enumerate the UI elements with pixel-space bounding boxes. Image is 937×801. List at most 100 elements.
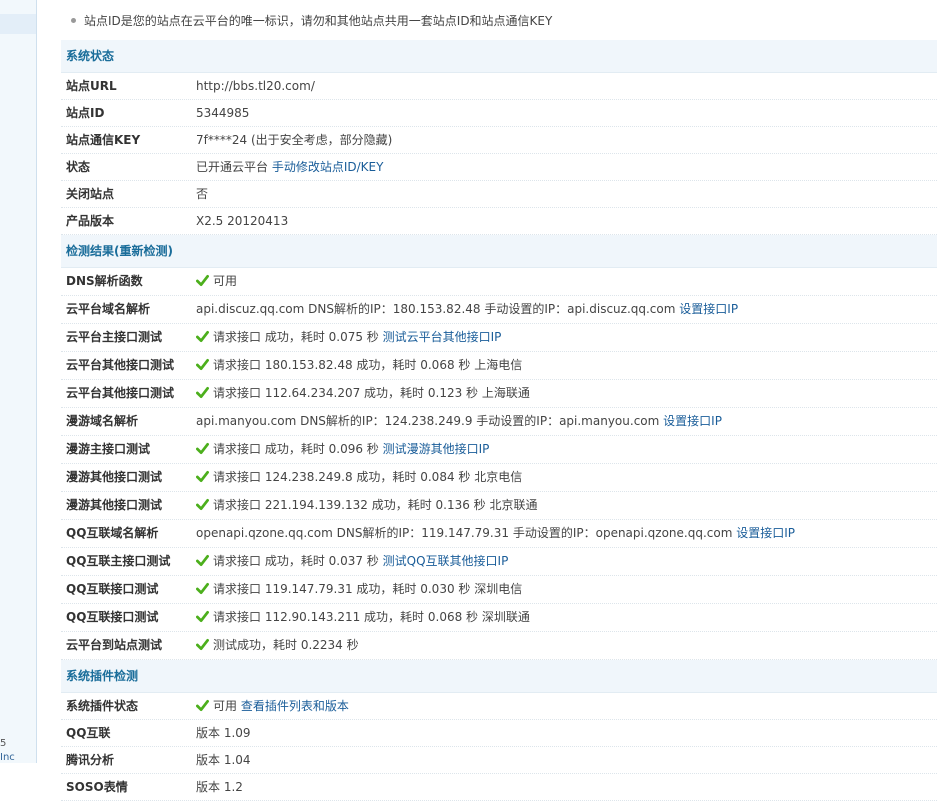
check-icon xyxy=(196,699,209,712)
cloud-main-text: 请求接口 成功，耗时 0.075 秒 xyxy=(213,330,379,344)
row-state: 状态 已开通云平台 手动修改站点ID/KEY xyxy=(61,154,937,181)
check-icon xyxy=(196,554,209,567)
label-state: 状态 xyxy=(66,160,91,174)
cloud-other-1-text: 请求接口 180.153.82.48 成功，耗时 0.068 秒 上海电信 xyxy=(213,358,523,372)
set-cloud-ip-link[interactable]: 设置接口IP xyxy=(679,302,738,316)
row-site-url: 站点URL http://bbs.tl20.com/ xyxy=(61,73,937,100)
check-icon xyxy=(196,582,209,595)
label-dns-function: DNS解析函数 xyxy=(66,274,143,288)
manyou-other-1-text: 请求接口 124.238.249.8 成功，耗时 0.084 秒 北京电信 xyxy=(213,470,523,484)
sidebar-link-fragment[interactable]: Inc xyxy=(0,752,15,763)
value-soso: 版本 1.2 xyxy=(196,780,243,794)
manyou-other-2-text: 请求接口 221.194.139.132 成功，耗时 0.136 秒 北京联通 xyxy=(213,498,538,512)
dns-function-text: 可用 xyxy=(213,274,238,288)
row-site-id: 站点ID 5344985 xyxy=(61,100,937,127)
row-tencent-analysis-version: 腾讯分析 版本 1.04 xyxy=(61,747,937,774)
set-qq-ip-link[interactable]: 设置接口IP xyxy=(736,526,795,540)
value-manyou-other-1: 请求接口 124.238.249.8 成功，耗时 0.084 秒 北京电信 xyxy=(196,464,937,491)
row-qq-domain: QQ互联域名解析 openapi.qzone.qq.com DNS解析的IP：1… xyxy=(61,520,937,548)
section-plugin-check: 系统插件检测 xyxy=(61,660,937,693)
value-cloud-other-1: 请求接口 180.153.82.48 成功，耗时 0.068 秒 上海电信 xyxy=(196,352,937,379)
label-manyou-main: 漫游主接口测试 xyxy=(66,442,151,456)
tip-line: 站点ID是您的站点在云平台的唯一标识，请勿和其他站点共用一套站点ID和站点通信K… xyxy=(61,0,937,40)
label-cloud-to-site: 云平台到站点测试 xyxy=(66,638,163,652)
label-manyou-other-1: 漫游其他接口测试 xyxy=(66,470,163,484)
left-sidebar: 5 Inc xyxy=(0,0,37,763)
label-cloud-other-2: 云平台其他接口测试 xyxy=(66,386,175,400)
value-site-url: http://bbs.tl20.com/ xyxy=(196,79,315,93)
row-cloud-to-site: 云平台到站点测试 测试成功，耗时 0.2234 秒 xyxy=(61,632,937,660)
label-cloud-domain: 云平台域名解析 xyxy=(66,302,151,316)
label-product-version: 产品版本 xyxy=(66,214,115,228)
row-cloud-domain: 云平台域名解析 api.discuz.qq.com DNS解析的IP：180.1… xyxy=(61,296,937,324)
value-site-key: 7f****24 (出于安全考虑，部分隐藏) xyxy=(196,133,393,147)
tip-text: 站点ID是您的站点在云平台的唯一标识，请勿和其他站点共用一套站点ID和站点通信K… xyxy=(84,13,553,28)
row-qq-other-1: QQ互联接口测试 请求接口 119.147.79.31 成功，耗时 0.030 … xyxy=(61,576,937,604)
value-qq-other-1: 请求接口 119.147.79.31 成功，耗时 0.030 秒 深圳电信 xyxy=(196,576,937,603)
sidebar-active-item[interactable] xyxy=(0,14,36,34)
section-check-results[interactable]: 检测结果(重新检测) xyxy=(61,235,937,268)
test-manyou-other-link[interactable]: 测试漫游其他接口IP xyxy=(383,442,490,456)
label-qq-other-2: QQ互联接口测试 xyxy=(66,610,159,624)
check-icon xyxy=(196,274,209,287)
value-manyou-main: 请求接口 成功，耗时 0.096 秒 测试漫游其他接口IP xyxy=(196,436,937,463)
value-manyou-other-2: 请求接口 221.194.139.132 成功，耗时 0.136 秒 北京联通 xyxy=(196,492,937,519)
value-qq-other-2: 请求接口 112.90.143.211 成功，耗时 0.068 秒 深圳联通 xyxy=(196,604,937,631)
check-icon xyxy=(196,638,209,651)
row-cloud-main: 云平台主接口测试 请求接口 成功，耗时 0.075 秒 测试云平台其他接口IP xyxy=(61,324,937,352)
value-cloud-to-site: 测试成功，耗时 0.2234 秒 xyxy=(196,632,937,659)
row-plugin-status: 系统插件状态 可用 查看插件列表和版本 xyxy=(61,693,937,720)
section-system-status: 系统状态 xyxy=(61,40,937,73)
label-qq-domain: QQ互联域名解析 xyxy=(66,526,159,540)
value-cloud-domain: api.discuz.qq.com DNS解析的IP：180.153.82.48… xyxy=(196,296,937,323)
label-plugin-status: 系统插件状态 xyxy=(66,699,139,713)
label-site-url: 站点URL xyxy=(66,79,117,93)
cloud-domain-text: api.discuz.qq.com DNS解析的IP：180.153.82.48… xyxy=(196,302,676,316)
bullet-icon xyxy=(71,17,76,23)
check-icon xyxy=(196,330,209,343)
value-product-version: X2.5 20120413 xyxy=(196,214,289,228)
row-manyou-domain: 漫游域名解析 api.manyou.com DNS解析的IP：124.238.2… xyxy=(61,408,937,436)
label-qqconnect: QQ互联 xyxy=(66,726,111,740)
set-manyou-ip-link[interactable]: 设置接口IP xyxy=(663,414,722,428)
label-tencent-analysis: 腾讯分析 xyxy=(66,753,115,767)
qq-other-1-text: 请求接口 119.147.79.31 成功，耗时 0.030 秒 深圳电信 xyxy=(213,582,523,596)
test-cloud-other-link[interactable]: 测试云平台其他接口IP xyxy=(383,330,502,344)
value-plugin-status: 可用 查看插件列表和版本 xyxy=(196,693,937,719)
value-cloud-main: 请求接口 成功，耗时 0.075 秒 测试云平台其他接口IP xyxy=(196,324,937,351)
value-qqconnect: 版本 1.09 xyxy=(196,726,251,740)
manyou-main-text: 请求接口 成功，耗时 0.096 秒 xyxy=(213,442,379,456)
row-soso-version: SOSO表情 版本 1.2 xyxy=(61,774,937,801)
label-manyou-other-2: 漫游其他接口测试 xyxy=(66,498,163,512)
value-state: 已开通云平台 手动修改站点ID/KEY xyxy=(196,154,937,180)
row-qqconnect-version: QQ互联 版本 1.09 xyxy=(61,720,937,747)
label-soso: SOSO表情 xyxy=(66,780,128,794)
row-manyou-other-2: 漫游其他接口测试 请求接口 221.194.139.132 成功，耗时 0.13… xyxy=(61,492,937,520)
state-text: 已开通云平台 xyxy=(196,160,269,174)
row-qq-main: QQ互联主接口测试 请求接口 成功，耗时 0.037 秒 测试QQ互联其他接口I… xyxy=(61,548,937,576)
value-tencent-analysis: 版本 1.04 xyxy=(196,753,251,767)
qq-domain-text: openapi.qzone.qq.com DNS解析的IP：119.147.79… xyxy=(196,526,733,540)
label-cloud-other-1: 云平台其他接口测试 xyxy=(66,358,175,372)
test-qq-other-link[interactable]: 测试QQ互联其他接口IP xyxy=(383,554,509,568)
view-plugin-list-link[interactable]: 查看插件列表和版本 xyxy=(241,699,349,713)
value-manyou-domain: api.manyou.com DNS解析的IP：124.238.249.9 手动… xyxy=(196,408,937,435)
label-manyou-domain: 漫游域名解析 xyxy=(66,414,139,428)
edit-site-id-key-link[interactable]: 手动修改站点ID/KEY xyxy=(272,160,384,174)
label-site-id: 站点ID xyxy=(66,106,105,120)
check-icon xyxy=(196,470,209,483)
row-site-key: 站点通信KEY 7f****24 (出于安全考虑，部分隐藏) xyxy=(61,127,937,154)
qq-other-2-text: 请求接口 112.90.143.211 成功，耗时 0.068 秒 深圳联通 xyxy=(213,610,530,624)
cloud-other-2-text: 请求接口 112.64.234.207 成功，耗时 0.123 秒 上海联通 xyxy=(213,386,530,400)
row-product-version: 产品版本 X2.5 20120413 xyxy=(61,208,937,235)
row-manyou-other-1: 漫游其他接口测试 请求接口 124.238.249.8 成功，耗时 0.084 … xyxy=(61,464,937,492)
check-icon xyxy=(196,358,209,371)
row-site-closed: 关闭站点 否 xyxy=(61,181,937,208)
value-qq-domain: openapi.qzone.qq.com DNS解析的IP：119.147.79… xyxy=(196,520,937,547)
label-site-key: 站点通信KEY xyxy=(66,133,141,147)
value-site-id: 5344985 xyxy=(196,106,250,120)
row-manyou-main: 漫游主接口测试 请求接口 成功，耗时 0.096 秒 测试漫游其他接口IP xyxy=(61,436,937,464)
main-content: 站点ID是您的站点在云平台的唯一标识，请勿和其他站点共用一套站点ID和站点通信K… xyxy=(61,0,937,801)
value-qq-main: 请求接口 成功，耗时 0.037 秒 测试QQ互联其他接口IP xyxy=(196,548,937,575)
qq-main-text: 请求接口 成功，耗时 0.037 秒 xyxy=(213,554,379,568)
